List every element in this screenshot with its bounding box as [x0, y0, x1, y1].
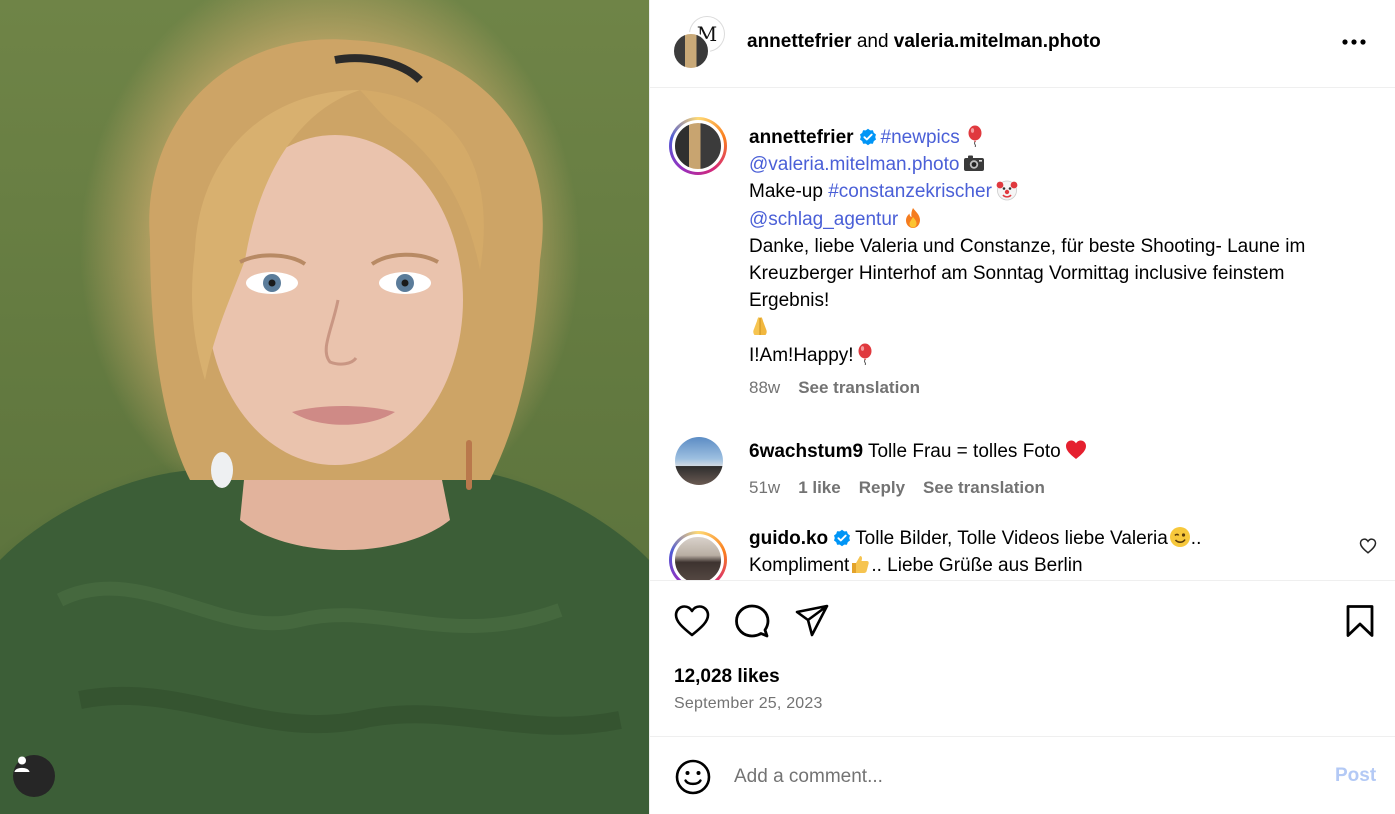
- caption: annettefrier #newpics @valeria.mitelman.p…: [749, 124, 1369, 403]
- comment-username-link[interactable]: 6wachstum9: [749, 441, 863, 462]
- mention-schlag-link[interactable]: @schlag_agentur: [749, 209, 898, 230]
- comment-icon: [735, 604, 770, 638]
- smiley-icon: [675, 759, 711, 795]
- caption-username-link[interactable]: annettefrier: [749, 127, 854, 148]
- fire-emoji-icon: [906, 207, 921, 228]
- balloon-emoji-icon: [858, 343, 872, 365]
- comment-input[interactable]: [734, 758, 1294, 796]
- thumbs-up-emoji-icon: [852, 556, 870, 574]
- comment-body: guido.ko Tolle Bilder, Tolle Videos liebe…: [749, 525, 1309, 579]
- camera-emoji-icon: [964, 155, 985, 172]
- comment-meta: 51w 1 like Reply See translation: [749, 473, 1309, 503]
- more-horizontal-icon: [1342, 39, 1366, 45]
- verified-badge-icon: [859, 128, 876, 146]
- hashtag-constanze-link[interactable]: #constanzekrischer: [828, 181, 992, 202]
- caption-line-happy: I!Am!Happy!: [749, 344, 854, 366]
- comment-text-line2-rest: .. Liebe Grüße aus Berlin: [871, 555, 1083, 577]
- comments-scroll-area[interactable]: annettefrier #newpics @valeria.mitelman.p…: [650, 89, 1395, 580]
- comment-see-translation-button[interactable]: See translation: [923, 473, 1045, 503]
- comment-text-after-emoji: ..: [1190, 528, 1202, 549]
- likes-count[interactable]: 12,028 likes: [674, 666, 780, 688]
- caption-see-translation-button[interactable]: See translation: [798, 373, 920, 403]
- coauthor-username-link[interactable]: valeria.mitelman.photo: [894, 31, 1101, 52]
- makeup-prefix: Make-up: [749, 181, 823, 203]
- post-photo[interactable]: [0, 0, 649, 814]
- user-tag-button[interactable]: [13, 755, 55, 797]
- comment-text-line2: Kompliment: [749, 555, 850, 577]
- post-header: M annettefrier and valeria.mitelman.phot…: [650, 0, 1395, 88]
- post-date: September 25, 2023: [674, 695, 823, 712]
- red-heart-emoji-icon: [1065, 440, 1086, 459]
- post-authors: annettefrier and valeria.mitelman.photo: [747, 30, 1101, 54]
- comment-avatar[interactable]: [675, 437, 723, 485]
- caption-line-kreuzberger: Kreuzberger Hinterhof am Sonntag Vormitt…: [749, 263, 1285, 285]
- mention-valeria-link[interactable]: @valeria.mitelman.photo: [749, 154, 959, 175]
- share-icon: [795, 604, 829, 637]
- post-comment-button[interactable]: Post: [1335, 765, 1376, 787]
- author-username-link[interactable]: annettefrier: [747, 31, 852, 52]
- comment-button[interactable]: [732, 601, 772, 641]
- clown-emoji-icon: [996, 181, 1018, 201]
- comment-composer: Post: [650, 738, 1395, 814]
- authors-joiner: and: [856, 31, 889, 52]
- emoji-picker-button[interactable]: [674, 758, 712, 796]
- comment-text: Tolle Frau = tolles Foto: [867, 441, 1061, 462]
- collab-avatars[interactable]: M: [672, 17, 724, 70]
- hashtag-newpics-link[interactable]: #newpics: [881, 127, 960, 148]
- caption-line-ergebnis: Ergebnis!: [749, 290, 830, 312]
- comment-likes-button[interactable]: 1 like: [798, 473, 841, 503]
- caption-avatar[interactable]: [669, 117, 727, 175]
- heart-icon: [1359, 538, 1377, 554]
- comment-reply-button[interactable]: Reply: [859, 473, 905, 503]
- more-options-button[interactable]: [1334, 30, 1374, 54]
- caption-line-danke: Danke, liebe Valeria und Constanze, für …: [749, 235, 1306, 257]
- post-side-panel: M annettefrier and valeria.mitelman.phot…: [649, 0, 1395, 814]
- folded-hands-emoji-icon: [753, 317, 767, 336]
- author-avatar[interactable]: [672, 32, 710, 70]
- comment-body: 6wachstum9 Tolle Frau = tolles Foto 51w …: [749, 438, 1309, 503]
- post-actions: 12,028 likes September 25, 2023: [650, 580, 1395, 737]
- caption-time: 88w: [749, 377, 781, 397]
- balloon-emoji-icon: [968, 125, 982, 147]
- caption-meta: 88w See translation: [749, 373, 1369, 403]
- comment-time: 51w: [749, 478, 781, 498]
- comment-text: Tolle Bilder, Tolle Videos liebe Valeria: [855, 528, 1168, 549]
- person-icon: [14, 756, 30, 772]
- verified-badge-icon: [834, 529, 851, 547]
- share-button[interactable]: [792, 601, 832, 641]
- comment-avatar[interactable]: [669, 531, 727, 580]
- save-button[interactable]: [1340, 601, 1380, 641]
- like-button[interactable]: [672, 601, 712, 641]
- portrait-illustration: [0, 39, 649, 814]
- comment-like-button[interactable]: [1359, 537, 1381, 559]
- winking-face-emoji-icon: [1169, 527, 1190, 547]
- bookmark-icon: [1346, 605, 1374, 637]
- heart-icon: [674, 605, 710, 637]
- comment-username-link[interactable]: guido.ko: [749, 528, 828, 549]
